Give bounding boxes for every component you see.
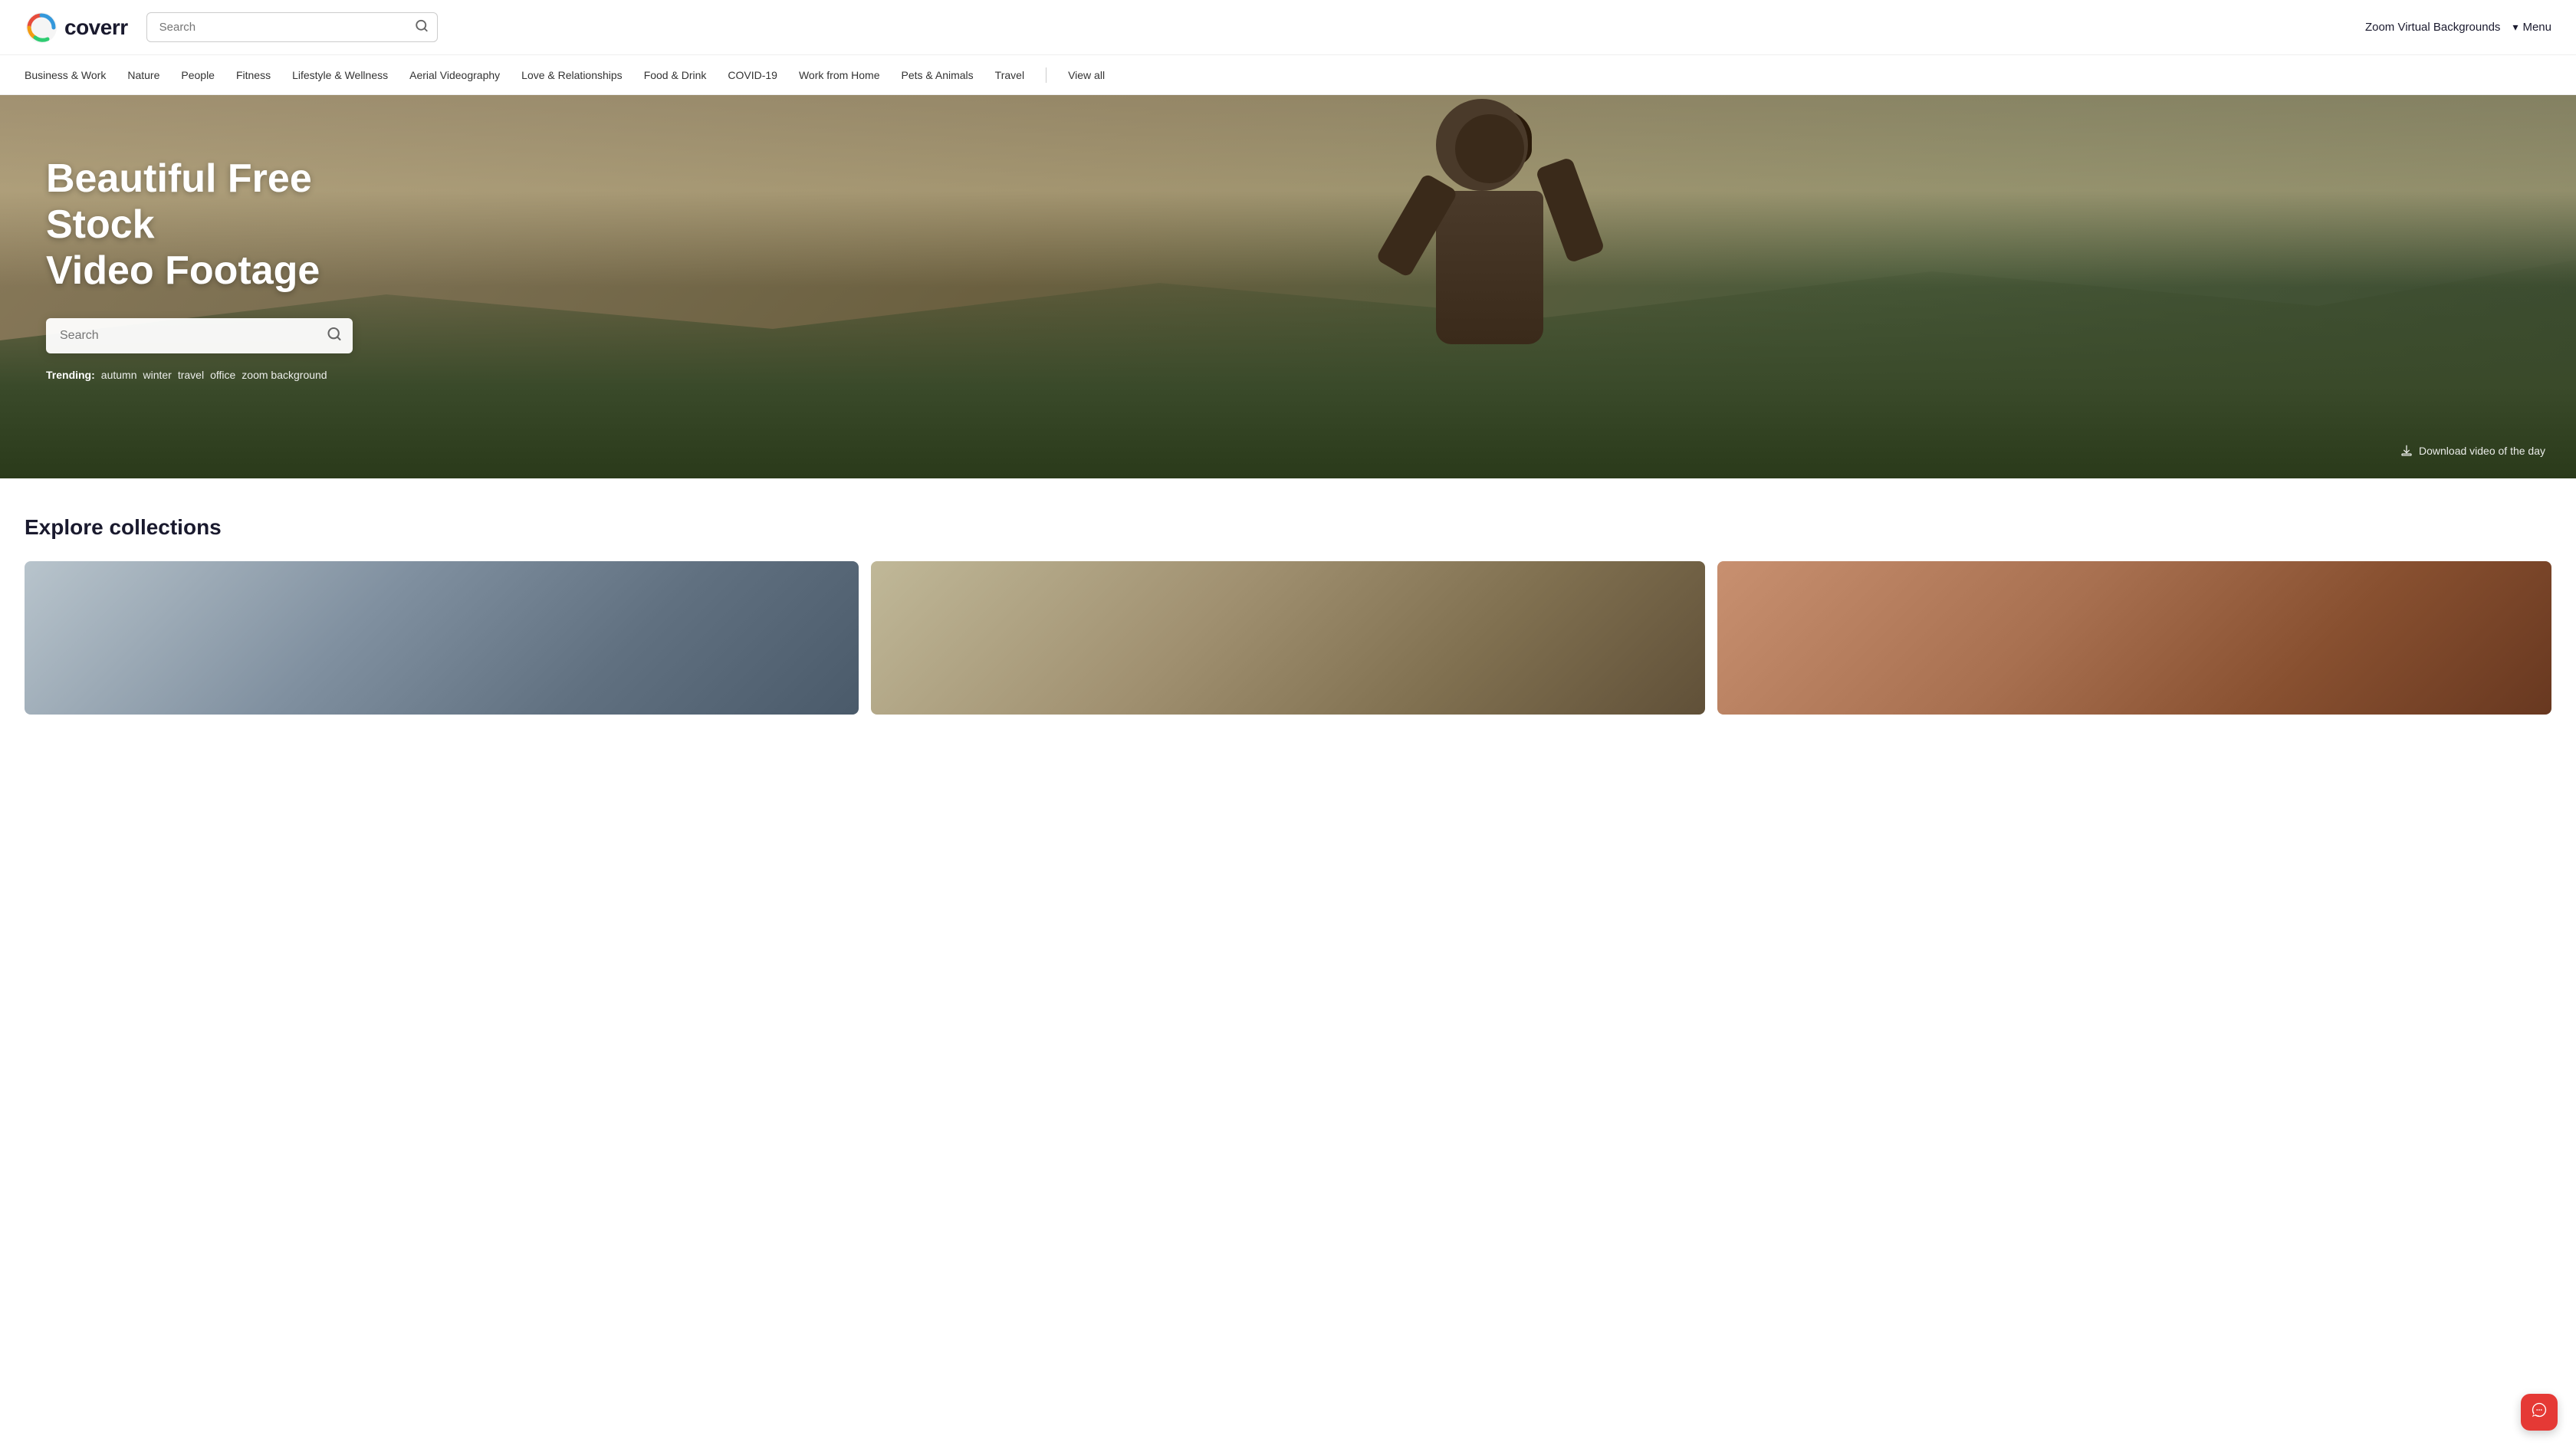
- hero-title: Beautiful Free Stock Video Footage: [46, 156, 414, 294]
- trending-office[interactable]: office: [210, 369, 235, 381]
- download-icon: [2400, 445, 2413, 457]
- nav-item-nature[interactable]: Nature: [127, 69, 159, 81]
- collection-card-2[interactable]: [1717, 561, 2551, 715]
- nav-item-covid[interactable]: COVID-19: [728, 69, 777, 81]
- trending-zoom[interactable]: zoom background: [242, 369, 327, 381]
- nav-item-aerial[interactable]: Aerial Videography: [409, 69, 500, 81]
- logo-icon: [25, 11, 58, 44]
- nav-item-people[interactable]: People: [181, 69, 215, 81]
- person-torso: [1436, 191, 1543, 344]
- nav-item-lifestyle[interactable]: Lifestyle & Wellness: [292, 69, 388, 81]
- trending-winter[interactable]: winter: [143, 369, 171, 381]
- hero-search-container: [46, 318, 353, 353]
- collection-card-0[interactable]: [25, 561, 859, 715]
- chevron-down-icon: ▾: [2512, 21, 2518, 34]
- main-nav: Business & Work Nature People Fitness Li…: [0, 55, 2576, 95]
- menu-label: Menu: [2522, 21, 2551, 34]
- menu-button[interactable]: ▾ Menu: [2512, 21, 2551, 34]
- collections-section: Explore collections: [0, 478, 2576, 739]
- zoom-bg-link[interactable]: Zoom Virtual Backgrounds: [2365, 21, 2500, 34]
- collection-card-bg-1: [871, 561, 1705, 715]
- hero-download-link[interactable]: Download video of the day: [2400, 445, 2545, 457]
- chat-widget[interactable]: [2521, 1394, 2558, 1431]
- collections-title: Explore collections: [25, 515, 2551, 540]
- nav-item-viewall[interactable]: View all: [1068, 69, 1105, 81]
- nav-item-business-work[interactable]: Business & Work: [25, 69, 106, 81]
- hero-section: Beautiful Free Stock Video Footage Trend…: [0, 95, 2576, 478]
- person-arm-right: [1535, 156, 1605, 263]
- collection-card-bg-2: [1717, 561, 2551, 715]
- hero-content: Beautiful Free Stock Video Footage Trend…: [0, 95, 460, 442]
- trending-label: Trending:: [46, 369, 95, 381]
- trending-autumn[interactable]: autumn: [101, 369, 137, 381]
- person-body: [1382, 114, 1597, 467]
- nav-item-pets[interactable]: Pets & Animals: [902, 69, 974, 81]
- nav-item-love[interactable]: Love & Relationships: [521, 69, 623, 81]
- nav-item-food[interactable]: Food & Drink: [644, 69, 707, 81]
- header: coverr Zoom Virtual Backgrounds ▾ Menu: [0, 0, 2576, 55]
- hero-search-icon: [327, 327, 342, 346]
- nav-item-travel[interactable]: Travel: [995, 69, 1024, 81]
- header-search-input[interactable]: [146, 12, 438, 42]
- hero-search-input[interactable]: [46, 318, 353, 353]
- logo-text: coverr: [64, 15, 128, 40]
- nav-item-wfh[interactable]: Work from Home: [799, 69, 880, 81]
- hero-person: [1382, 114, 1597, 467]
- nav-item-fitness[interactable]: Fitness: [236, 69, 271, 81]
- trending-travel[interactable]: travel: [178, 369, 204, 381]
- collection-card-1[interactable]: [871, 561, 1705, 715]
- download-label: Download video of the day: [2419, 445, 2545, 457]
- header-search-container: [146, 12, 438, 42]
- header-right: Zoom Virtual Backgrounds ▾ Menu: [2365, 21, 2551, 34]
- collections-grid: [25, 561, 2551, 715]
- collection-card-bg-0: [25, 561, 859, 715]
- person-head: [1455, 114, 1524, 183]
- chat-icon: [2531, 1401, 2548, 1423]
- trending-area: Trending: autumn winter travel office zo…: [46, 369, 414, 381]
- logo[interactable]: coverr: [25, 11, 128, 44]
